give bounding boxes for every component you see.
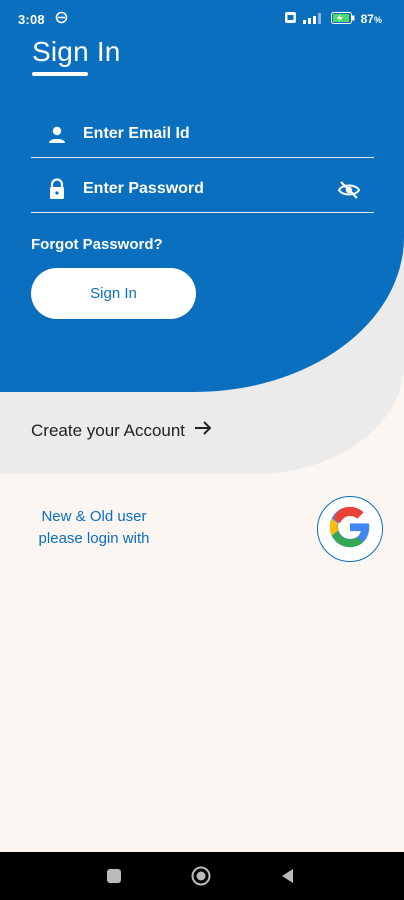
vpn-icon xyxy=(55,11,68,27)
password-field[interactable] xyxy=(31,169,374,213)
status-bar: 3:08 87% xyxy=(0,0,404,36)
triangle-back-icon[interactable] xyxy=(278,866,298,886)
sign-in-screen: 3:08 87% Sign In Enter Email Id Forgot P… xyxy=(0,0,404,900)
arrow-right-icon xyxy=(193,420,213,441)
password-input[interactable] xyxy=(81,175,345,203)
status-time: 3:08 xyxy=(18,12,45,27)
email-field[interactable] xyxy=(31,114,374,158)
sign-in-button[interactable]: Sign In xyxy=(31,268,196,319)
email-input[interactable] xyxy=(81,120,345,148)
forgot-password-link[interactable]: Forgot Password? xyxy=(31,236,163,253)
person-icon xyxy=(45,122,69,146)
eye-off-icon[interactable] xyxy=(336,177,362,203)
lock-icon xyxy=(45,177,69,201)
google-login-text: New & Old user please login with xyxy=(24,506,164,550)
title-underline xyxy=(32,72,88,76)
status-right-group: 87% xyxy=(284,11,382,27)
system-nav-bar xyxy=(0,852,404,900)
google-login-button[interactable] xyxy=(317,496,383,562)
google-logo-icon xyxy=(328,505,372,554)
page-title: Sign In xyxy=(32,36,121,67)
create-account-link[interactable]: Create your Account xyxy=(31,420,213,441)
battery-icon xyxy=(330,11,355,27)
google-text-line1: New & Old user xyxy=(41,508,147,525)
google-text-line2: please login with xyxy=(38,530,150,547)
sim-icon xyxy=(284,11,297,27)
square-icon[interactable] xyxy=(104,866,124,886)
battery-percent: 87% xyxy=(360,12,382,26)
signal-icon xyxy=(302,12,325,27)
create-account-label: Create your Account xyxy=(31,420,186,440)
circle-icon[interactable] xyxy=(191,866,211,886)
